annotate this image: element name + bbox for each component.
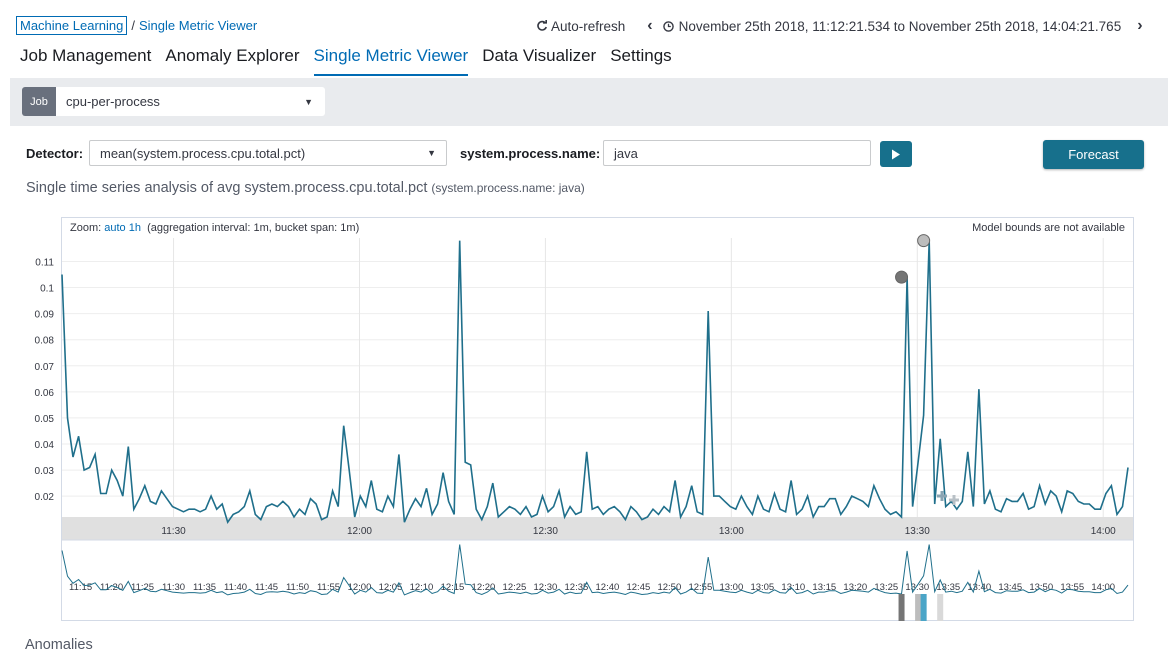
context-tick-label: 11:20 [100, 582, 123, 593]
swimlane-marker [915, 594, 922, 621]
y-tick-label: 0.03 [35, 466, 55, 477]
context-tick-label: 13:30 [905, 582, 929, 593]
context-tick-label: 12:40 [596, 582, 620, 593]
metric-line [61, 240, 1129, 525]
context-tick-label: 12:50 [657, 582, 681, 593]
y-tick-label: 0.04 [35, 440, 55, 451]
y-axis-labels: 0.02 0.03 0.04 0.05 0.06 0.07 0.08 0.09 0.1 0.11 [35, 257, 55, 503]
context-tick-label: 12:25 [503, 582, 527, 593]
context-swimlane [898, 594, 944, 621]
context-tick-label: 13:05 [750, 582, 774, 593]
context-tick-label: 11:45 [255, 582, 278, 593]
single-metric-chart[interactable]: 0.020.030.040.050.060.070.080.090.10.11 … [0, 0, 1168, 662]
context-tick-label: 13:25 [874, 582, 898, 593]
swimlane-marker [920, 594, 927, 621]
context-tick-label: 11:40 [224, 582, 247, 593]
context-tick-label: 12:55 [688, 582, 712, 593]
y-tick-label: 0.07 [35, 362, 55, 373]
y-tick-label: 0.09 [35, 310, 55, 321]
x-tick-label: 11:30 [161, 526, 186, 537]
context-tick-label: 12:35 [565, 582, 589, 593]
x-grid [173, 238, 1104, 517]
x-tick-label: 12:00 [347, 526, 372, 537]
x-tick-label: 12:30 [533, 526, 558, 537]
context-tick-label: 11:30 [162, 582, 185, 593]
y-tick-label: 0.06 [35, 388, 55, 399]
y-tick-label: 0.08 [35, 336, 55, 347]
y-tick-label: 0.02 [35, 492, 55, 503]
anomalies-title: Anomalies [25, 637, 93, 653]
y-grid [62, 260, 1133, 497]
context-tick-label: 13:50 [1029, 582, 1053, 593]
anomaly-cross-markers [937, 491, 959, 505]
y-tick-label: 0.1 [40, 284, 54, 295]
context-tick-label: 11:15 [69, 582, 92, 593]
x-tick-label: 14:00 [1091, 526, 1116, 537]
anomaly-marker [895, 270, 909, 284]
context-tick-label: 11:50 [286, 582, 309, 593]
anomaly-markers [895, 234, 931, 284]
context-tick-label: 13:10 [781, 582, 805, 593]
x-tick-label: 13:00 [719, 526, 744, 537]
context-tick-label: 13:15 [812, 582, 836, 593]
y-tick-label: 0.11 [35, 257, 54, 268]
x-axis-band [62, 517, 1133, 540]
anomaly-marker [917, 234, 931, 248]
y-tick-label: 0.05 [35, 414, 55, 425]
swimlane-marker [898, 594, 905, 621]
x-tick-label: 13:30 [905, 526, 930, 537]
context-tick-label: 12:45 [626, 582, 650, 593]
swimlane-marker [937, 594, 944, 621]
